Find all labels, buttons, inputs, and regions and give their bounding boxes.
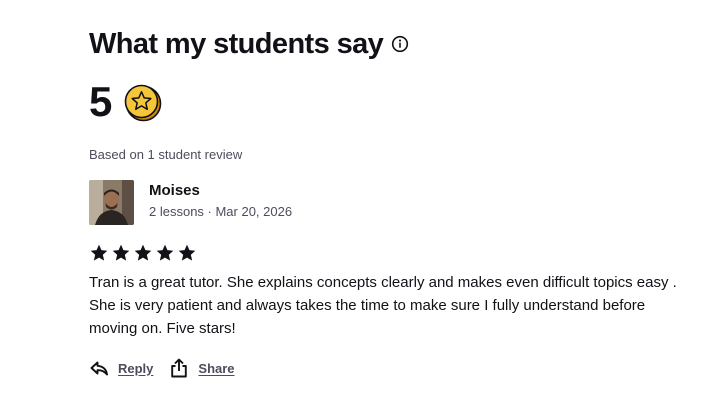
star-icon [134,244,152,261]
star-icon [178,244,196,261]
star-icon [112,244,130,261]
reply-label[interactable]: Reply [118,361,153,376]
reply-arrow-icon [89,358,109,378]
share-button[interactable]: Share [169,358,235,378]
star-icon [156,244,174,261]
info-circle-icon[interactable] [391,35,409,53]
share-label[interactable]: Share [198,361,234,376]
review-actions: Reply Share [89,356,689,380]
avatar[interactable] [89,180,134,225]
review-header: Moises 2 lessons · Mar 20, 2026 [89,180,689,225]
reply-button[interactable]: Reply [89,358,153,378]
review-count-text: Based on 1 student review [89,147,243,162]
star-badge-icon [122,82,162,122]
reviewer-info: Moises 2 lessons · Mar 20, 2026 [149,180,292,220]
review-meta: 2 lessons · Mar 20, 2026 [149,204,293,219]
share-icon [169,358,189,378]
review-stars [89,242,689,264]
reviews-section: What my students say 5 Based on 1 studen… [89,24,689,380]
reviewer-name[interactable]: Moises [149,182,292,200]
rating-score: 5 [89,78,112,125]
star-icon [90,244,108,261]
section-title: What my students say [89,28,384,60]
rating-summary: 5 [89,76,689,128]
section-header: What my students say [89,24,689,64]
review-text: Tran is a great tutor. She explains conc… [89,274,677,337]
